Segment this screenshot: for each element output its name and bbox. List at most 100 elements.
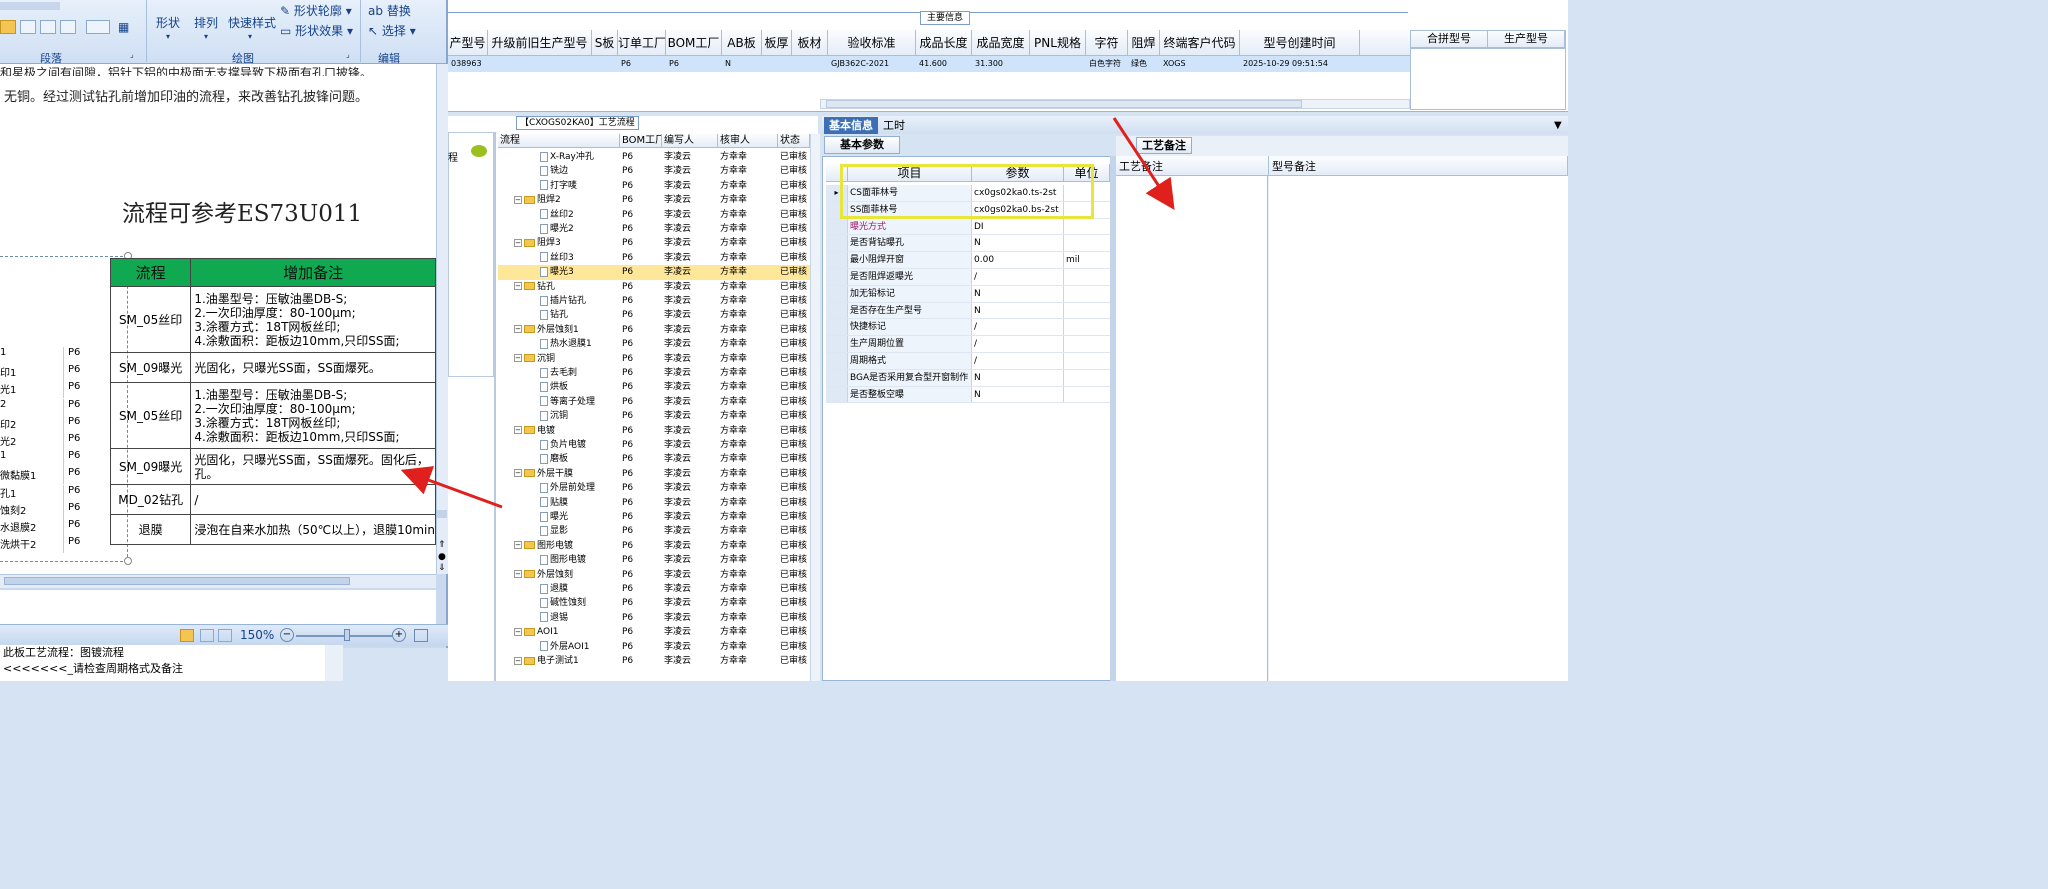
tree-node[interactable]: 碱性蚀刻 bbox=[498, 596, 620, 610]
row-indicator[interactable] bbox=[826, 252, 848, 268]
tree-node[interactable]: − 外层干膜 bbox=[498, 467, 620, 481]
tree-row[interactable]: 去毛刺 P6 李凌云 方幸幸 已审核 bbox=[498, 366, 810, 380]
tree-row[interactable]: 沉铜 P6 李凌云 方幸幸 已审核 bbox=[498, 409, 810, 423]
process-remarks-text[interactable] bbox=[1116, 176, 1268, 681]
tree-row[interactable]: 贴膜 P6 李凌云 方幸幸 已审核 bbox=[498, 496, 810, 510]
shape-effect-button[interactable]: ▭ 形状效果 ▾ bbox=[280, 22, 353, 39]
tree-row[interactable]: − AOI1 P6 李凌云 方幸幸 已审核 bbox=[498, 625, 810, 639]
tree-node[interactable]: − 电子测试1 bbox=[498, 654, 620, 668]
process-step-cell[interactable]: 退膜 bbox=[109, 514, 192, 545]
param-row[interactable]: 快捷标记 / bbox=[826, 319, 1110, 337]
main-info-cell[interactable]: 31.300 bbox=[972, 56, 1030, 72]
tree-row[interactable]: 退膜 P6 李凌云 方幸幸 已审核 bbox=[498, 582, 810, 596]
row-indicator[interactable] bbox=[826, 386, 848, 403]
row-indicator[interactable] bbox=[826, 285, 848, 302]
tree-node[interactable]: 曝光3 bbox=[498, 265, 620, 279]
tree-node[interactable]: − 外层蚀刻1 bbox=[498, 323, 620, 337]
param-row[interactable]: 生产周期位置 / bbox=[826, 336, 1110, 353]
production-model-header[interactable]: 生产型号 bbox=[1488, 31, 1565, 47]
collapse-icon[interactable]: − bbox=[514, 541, 522, 550]
tree-node[interactable]: 贴膜 bbox=[498, 496, 620, 510]
zoom-out-icon[interactable]: − bbox=[280, 628, 294, 642]
main-info-cell[interactable]: N bbox=[722, 56, 762, 72]
tree-row[interactable]: − 沉铜 P6 李凌云 方幸幸 已审核 bbox=[498, 352, 810, 366]
main-info-col-header[interactable]: 阻焊 bbox=[1128, 30, 1160, 55]
fit-page-icon[interactable] bbox=[414, 629, 428, 642]
subtab-basic-params[interactable]: 基本参数 bbox=[824, 136, 900, 154]
tree-row[interactable]: − 钻孔 P6 李凌云 方幸幸 已审核 bbox=[498, 280, 810, 294]
main-info-cell[interactable]: GJB362C-2021 bbox=[828, 56, 916, 72]
tree-row[interactable]: X-Ray冲孔 P6 李凌云 方幸幸 已审核 bbox=[498, 150, 810, 164]
param-row[interactable]: BGA是否采用复合型开窗制作 N bbox=[826, 369, 1110, 387]
columns-button[interactable] bbox=[86, 20, 110, 34]
param-value[interactable]: N bbox=[972, 386, 1064, 403]
remarks-col-process[interactable]: 工艺备注 bbox=[1116, 156, 1269, 175]
merged-model-header[interactable]: 合拼型号 bbox=[1411, 31, 1488, 47]
tree-node[interactable]: X-Ray冲孔 bbox=[498, 150, 620, 164]
tree-node[interactable]: 插片钻孔 bbox=[498, 294, 620, 308]
row-indicator[interactable] bbox=[826, 319, 848, 336]
tree-node[interactable]: 丝印2 bbox=[498, 208, 620, 222]
process-tree-vscrollbar[interactable] bbox=[810, 134, 820, 681]
process-note-cell[interactable]: 1.油墨型号：压敏油墨DB-S; 2.一次印油厚度：80-100μm; 3.涂覆方式… bbox=[190, 286, 436, 353]
param-row[interactable]: 是否背钻曝孔 N bbox=[826, 235, 1110, 253]
main-info-col-header[interactable]: 字符 bbox=[1086, 30, 1128, 55]
main-info-cell[interactable] bbox=[792, 56, 828, 72]
tree-row[interactable]: − 外层蚀刻1 P6 李凌云 方幸幸 已审核 bbox=[498, 323, 810, 337]
process-step-cell[interactable]: SM_09曝光 bbox=[109, 448, 192, 485]
collapse-icon[interactable]: − bbox=[514, 282, 522, 291]
fullscreen-view-icon[interactable] bbox=[200, 629, 214, 642]
tree-row[interactable]: − 外层蚀刻 P6 李凌云 方幸幸 已审核 bbox=[498, 568, 810, 582]
param-value[interactable]: 0.00 bbox=[972, 252, 1064, 268]
row-indicator[interactable] bbox=[826, 369, 848, 386]
main-info-col-header[interactable]: 终端客户代码 bbox=[1160, 30, 1240, 55]
tree-node[interactable]: 曝光2 bbox=[498, 222, 620, 236]
param-row[interactable]: 是否存在生产型号 N bbox=[826, 302, 1110, 320]
shape-button[interactable]: 形状 bbox=[156, 14, 180, 31]
tree-row[interactable]: 曝光2 P6 李凌云 方幸幸 已审核 bbox=[498, 222, 810, 236]
main-info-cell[interactable] bbox=[1030, 56, 1086, 72]
tab-menu-icon[interactable]: ▼ bbox=[1554, 120, 1562, 131]
param-value[interactable]: N bbox=[972, 302, 1064, 319]
main-info-hscroll-thumb[interactable] bbox=[826, 100, 1302, 108]
param-value[interactable]: N bbox=[972, 235, 1064, 252]
select-browse-icon[interactable]: ● bbox=[438, 552, 446, 562]
tree-row[interactable]: 负片电镀 P6 李凌云 方幸幸 已审核 bbox=[498, 438, 810, 452]
tree-row[interactable]: 外层前处理 P6 李凌云 方幸幸 已审核 bbox=[498, 481, 810, 495]
tree-node[interactable]: − 电镀 bbox=[498, 424, 620, 438]
align-center-button[interactable] bbox=[20, 20, 36, 34]
param-value[interactable]: / bbox=[972, 353, 1064, 369]
tree-row[interactable]: 显影 P6 李凌云 方幸幸 已审核 bbox=[498, 524, 810, 538]
panel-splitter[interactable] bbox=[494, 132, 496, 681]
process-note-cell[interactable]: / bbox=[190, 484, 436, 515]
tree-node[interactable]: 等离子处理 bbox=[498, 395, 620, 409]
tree-row[interactable]: 退锡 P6 李凌云 方幸幸 已审核 bbox=[498, 611, 810, 625]
tree-node[interactable]: 磨板 bbox=[498, 452, 620, 466]
dialog-launcher-icon[interactable]: ⌟ bbox=[130, 50, 134, 59]
main-info-col-header[interactable]: 验收标准 bbox=[828, 30, 916, 55]
tree-node[interactable]: − 阻焊2 bbox=[498, 193, 620, 207]
zoom-in-icon[interactable]: + bbox=[392, 628, 406, 642]
collapse-icon[interactable]: − bbox=[514, 469, 522, 478]
param-row[interactable]: 周期格式 / bbox=[826, 353, 1110, 370]
main-info-cell[interactable] bbox=[488, 56, 592, 72]
tree-node[interactable]: 打字唛 bbox=[498, 179, 620, 193]
tree-row[interactable]: 插片钻孔 P6 李凌云 方幸幸 已审核 bbox=[498, 294, 810, 308]
document-vscrollbar[interactable] bbox=[436, 64, 448, 574]
tree-row[interactable]: 等离子处理 P6 李凌云 方幸幸 已审核 bbox=[498, 395, 810, 409]
justify-button[interactable] bbox=[60, 20, 76, 34]
tree-node[interactable]: 退锡 bbox=[498, 611, 620, 625]
tree-node[interactable]: 负片电镀 bbox=[498, 438, 620, 452]
main-info-col-header[interactable]: 产型号 bbox=[448, 30, 488, 55]
shape-outline-button[interactable]: ✎ 形状轮廓 ▾ bbox=[280, 2, 352, 19]
collapse-icon[interactable]: − bbox=[514, 325, 522, 334]
collapse-icon[interactable]: − bbox=[514, 627, 522, 636]
main-info-col-header[interactable]: 成品长度 bbox=[916, 30, 972, 55]
tree-node[interactable]: 去毛刺 bbox=[498, 366, 620, 380]
tree-node[interactable]: 丝印3 bbox=[498, 251, 620, 265]
tree-node[interactable]: 烘板 bbox=[498, 380, 620, 394]
tree-node[interactable]: − 钻孔 bbox=[498, 280, 620, 294]
vscroll-thumb[interactable] bbox=[437, 510, 447, 518]
param-row[interactable]: 曝光方式 DI bbox=[826, 218, 1110, 236]
tree-node[interactable]: − 沉铜 bbox=[498, 352, 620, 366]
